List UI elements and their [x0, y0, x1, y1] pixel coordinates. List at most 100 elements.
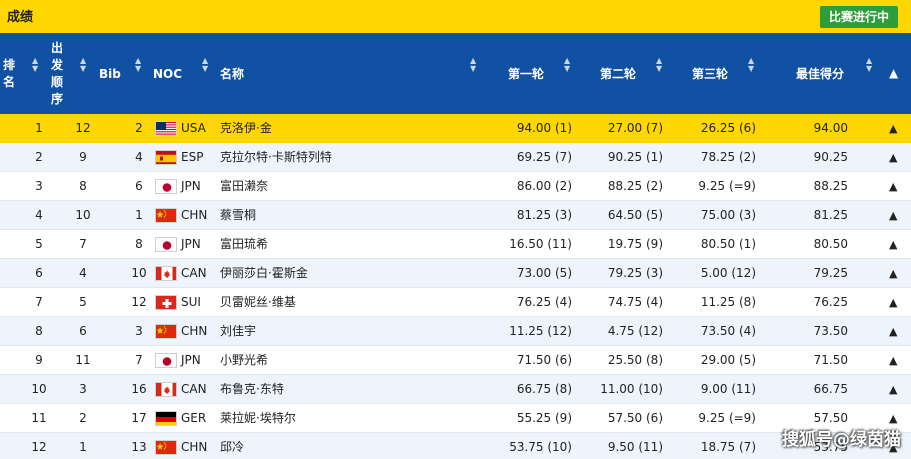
noc-cell: ESP — [181, 150, 204, 164]
noc-cell: JPN — [181, 237, 201, 251]
run2-cell: 74.75 (4) — [607, 295, 663, 309]
table-row[interactable]: 11 2 17 GER 莱拉妮·埃特尔 55.25 (9) 57.50 (6) 9.25 (=… — [0, 404, 911, 433]
run2-cell: 79.25 (3) — [607, 266, 663, 280]
sort-run2-icon[interactable]: ▲ ▼ — [656, 57, 662, 73]
bib-cell: 1 — [135, 208, 143, 222]
best-score-cell: 66.75 — [813, 382, 848, 396]
athlete-name-cell[interactable]: 邱冷 — [220, 433, 244, 459]
table-row[interactable]: 7 5 12 SUI 贝雷妮丝·维基 76.25 (4) 74.75 (4) 11.25 (8… — [0, 288, 911, 317]
col-run3-header[interactable]: 第三轮 — [692, 33, 728, 114]
expand-row-icon[interactable]: ▲ — [889, 114, 897, 143]
athlete-name-cell[interactable]: 刘佳宇 — [220, 317, 256, 346]
rank-cell: 2 — [35, 150, 43, 164]
sort-best-icon[interactable]: ▲ ▼ — [866, 57, 872, 73]
col-run2-header[interactable]: 第二轮 — [600, 33, 636, 114]
run1-cell: 73.00 (5) — [516, 266, 572, 280]
table-row[interactable]: 8 6 3 CHN 刘佳宇 11.25 (12) 4.75 (12) 73.50 (4) 73.… — [0, 317, 911, 346]
rank-cell: 8 — [35, 324, 43, 338]
table-row[interactable]: 4 10 1 CHN 蔡雪桐 81.25 (3) 64.50 (5) 75.00 (3) 81.… — [0, 201, 911, 230]
flag-icon — [155, 440, 177, 455]
rank-cell: 7 — [35, 295, 43, 309]
run1-cell: 69.25 (7) — [516, 150, 572, 164]
col-noc-header[interactable]: NOC — [153, 33, 182, 114]
bib-cell: 4 — [135, 150, 143, 164]
expand-row-icon[interactable]: ▲ — [889, 172, 897, 201]
sort-rank-icon[interactable]: ▲ ▼ — [32, 57, 38, 73]
start-order-cell: 9 — [79, 150, 87, 164]
run2-cell: 19.75 (9) — [607, 237, 663, 251]
bib-cell: 2 — [135, 121, 143, 135]
flag-icon — [155, 150, 177, 165]
noc-cell: CHN — [181, 208, 208, 222]
flag-icon — [155, 179, 177, 194]
collapse-all-icon[interactable]: ▲ — [889, 66, 898, 80]
col-run1-header[interactable]: 第一轮 — [508, 33, 544, 114]
sort-run1-icon[interactable]: ▲ ▼ — [564, 57, 570, 73]
bib-cell: 16 — [131, 382, 147, 396]
athlete-name-cell[interactable]: 伊丽莎白·霍斯金 — [220, 259, 308, 288]
section-title: 成绩 — [7, 10, 34, 25]
bib-cell: 3 — [135, 324, 143, 338]
expand-row-icon[interactable]: ▲ — [889, 288, 897, 317]
athlete-name-cell[interactable]: 布鲁克·东特 — [220, 375, 284, 404]
sort-order-icon[interactable]: ▲ ▼ — [80, 57, 86, 73]
run1-cell: 71.50 (6) — [516, 353, 572, 367]
athlete-name-cell[interactable]: 贝雷妮丝·维基 — [220, 288, 296, 317]
start-order-cell: 4 — [79, 266, 87, 280]
run3-cell: 18.75 (7) — [700, 440, 756, 454]
start-order-cell: 1 — [79, 440, 87, 454]
best-score-cell: 76.25 — [813, 295, 848, 309]
noc-cell: JPN — [181, 179, 201, 193]
sort-bib-icon[interactable]: ▲ ▼ — [135, 57, 141, 73]
expand-row-icon[interactable]: ▲ — [889, 230, 897, 259]
athlete-name-cell[interactable]: 克拉尔特·卡斯特列特 — [220, 143, 332, 172]
table-row[interactable]: 1 12 2 USA 克洛伊·金 94.00 (1) 27.00 (7) 26.25 (6) 9… — [0, 114, 911, 143]
expand-row-icon[interactable]: ▲ — [889, 317, 897, 346]
start-order-cell: 10 — [75, 208, 91, 222]
run3-cell: 5.00 (12) — [700, 266, 756, 280]
rank-cell: 9 — [35, 353, 43, 367]
flag-icon — [155, 208, 177, 223]
athlete-name-cell[interactable]: 小野光希 — [220, 346, 268, 375]
expand-row-icon[interactable]: ▲ — [889, 201, 897, 230]
expand-row-icon[interactable]: ▲ — [889, 375, 897, 404]
col-best-header[interactable]: 最佳得分 — [796, 33, 844, 114]
run1-cell: 76.25 (4) — [516, 295, 572, 309]
results-topbar: 成绩 比赛进行中 — [0, 0, 911, 33]
col-order-header[interactable]: 出 发 顺 序 — [51, 33, 63, 114]
run3-cell: 80.50 (1) — [700, 237, 756, 251]
table-row[interactable]: 12 1 13 CHN 邱冷 53.75 (10) 9.50 (11) 18.75 (7) 53… — [0, 433, 911, 459]
expand-row-icon[interactable]: ▲ — [889, 259, 897, 288]
table-row[interactable]: 5 7 8 JPN 富田琉希 16.50 (11) 19.75 (9) 80.50 (1) 80… — [0, 230, 911, 259]
start-order-cell: 11 — [75, 353, 91, 367]
rank-cell: 6 — [35, 266, 43, 280]
start-order-cell: 8 — [79, 179, 87, 193]
status-badge[interactable]: 比赛进行中 — [819, 6, 898, 28]
table-row[interactable]: 2 9 4 ESP 克拉尔特·卡斯特列特 69.25 (7) 90.25 (1) 78.25 … — [0, 143, 911, 172]
flag-icon — [155, 353, 177, 368]
col-rank-header[interactable]: 排 名 — [3, 33, 15, 114]
table-row[interactable]: 9 11 7 JPN 小野光希 71.50 (6) 25.50 (8) 29.00 (5) 71… — [0, 346, 911, 375]
best-score-cell: 71.50 — [813, 353, 848, 367]
start-order-cell: 2 — [79, 411, 87, 425]
expand-row-icon[interactable]: ▲ — [889, 143, 897, 172]
start-order-cell: 5 — [79, 295, 87, 309]
rank-cell: 10 — [31, 382, 47, 396]
table-row[interactable]: 3 8 6 JPN 富田濑奈 86.00 (2) 88.25 (2) 9.25 (=9) 88.… — [0, 172, 911, 201]
athlete-name-cell[interactable]: 富田濑奈 — [220, 172, 268, 201]
rank-cell: 12 — [31, 440, 47, 454]
athlete-name-cell[interactable]: 富田琉希 — [220, 230, 268, 259]
sort-name-icon[interactable]: ▲ ▼ — [470, 57, 476, 73]
sort-noc-icon[interactable]: ▲ ▼ — [202, 57, 208, 73]
col-bib-header[interactable]: Bib — [99, 33, 121, 114]
rank-cell: 1 — [35, 121, 43, 135]
noc-cell: JPN — [181, 353, 201, 367]
athlete-name-cell[interactable]: 蔡雪桐 — [220, 201, 256, 230]
athlete-name-cell[interactable]: 克洛伊·金 — [220, 114, 272, 143]
sort-run3-icon[interactable]: ▲ ▼ — [748, 57, 754, 73]
athlete-name-cell[interactable]: 莱拉妮·埃特尔 — [220, 404, 296, 433]
table-row[interactable]: 10 3 16 CAN 布鲁克·东特 66.75 (8) 11.00 (10) 9.00 (1… — [0, 375, 911, 404]
col-name-header[interactable]: 名称 — [220, 33, 244, 114]
table-row[interactable]: 6 4 10 CAN 伊丽莎白·霍斯金 73.00 (5) 79.25 (3) 5.00 (1… — [0, 259, 911, 288]
expand-row-icon[interactable]: ▲ — [889, 346, 897, 375]
